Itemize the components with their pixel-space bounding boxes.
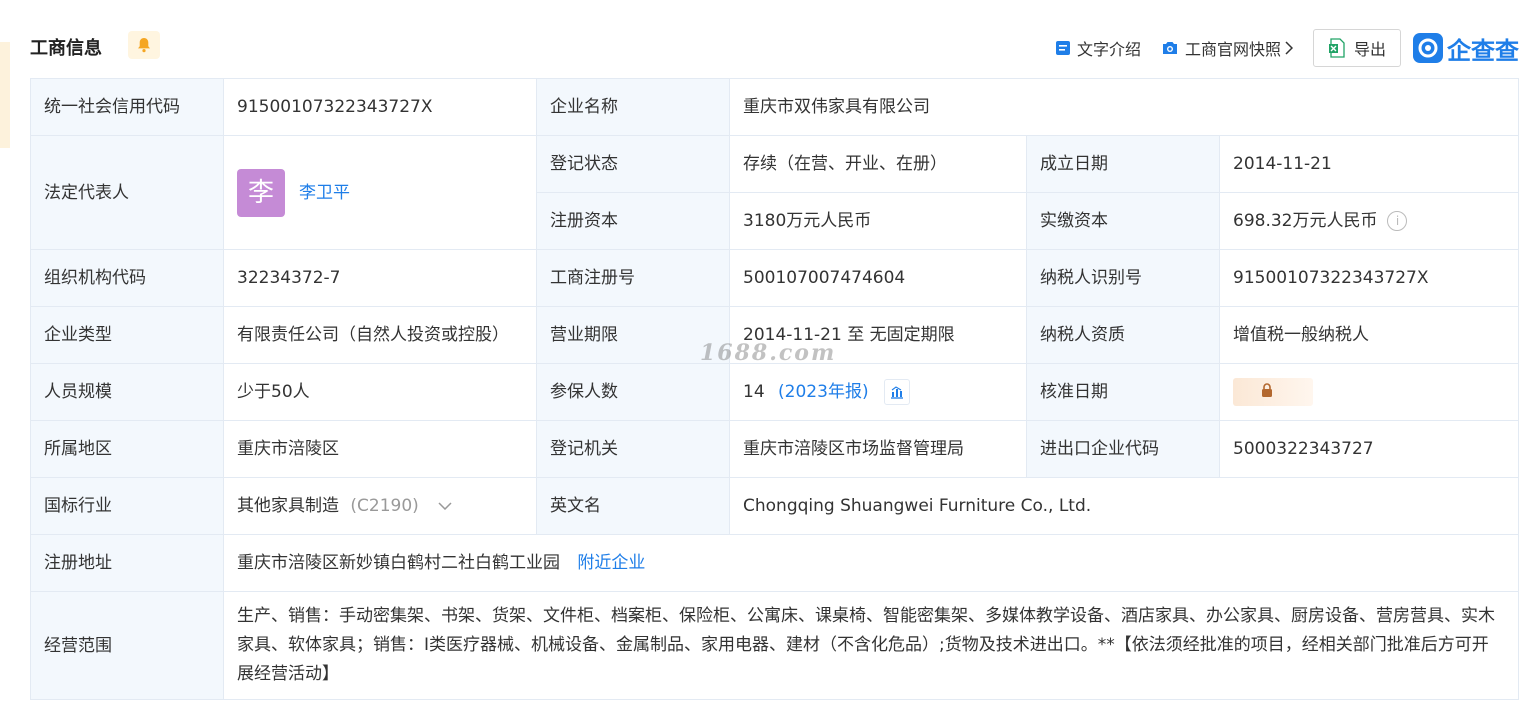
document-icon — [1055, 40, 1071, 56]
company-name-value: 重庆市双伟家具有限公司 — [728, 78, 1520, 136]
table-row: 法定代表人 李 李卫平 登记状态 存续（在营、开业、在册） 成立日期 2014-… — [30, 135, 1520, 250]
reg-no-value: 500107007474604 — [729, 249, 1027, 307]
info-icon[interactable]: i — [1387, 211, 1408, 231]
authority-value: 重庆市涪陵区市场监督管理局 — [729, 420, 1027, 478]
paid-capital-cell: 698.32万元人民币 i — [1218, 192, 1520, 250]
staff-value: 少于50人 — [223, 363, 537, 421]
table-row: 国标行业 其他家具制造 (C2190) 英文名 Chongqing Shuang… — [30, 477, 1520, 535]
table-row: 注册地址 重庆市涪陵区新妙镇白鹤村二社白鹤工业园 附近企业 — [30, 534, 1520, 592]
export-button[interactable]: 导出 — [1312, 29, 1401, 67]
avatar: 李 — [237, 168, 285, 217]
insured-label: 参保人数 — [536, 363, 730, 421]
english-name-value: Chongqing Shuangwei Furniture Co., Ltd. — [728, 477, 1520, 535]
credit-code-value: 91500107322343727X — [223, 78, 537, 136]
nearby-companies-link[interactable]: 附近企业 — [577, 553, 645, 573]
watermark: 1688.com — [700, 340, 837, 366]
trend-chart-icon[interactable] — [883, 379, 910, 405]
tax-quality-label: 纳税人资质 — [1026, 306, 1220, 364]
industry-cell[interactable]: 其他家具制造 (C2190) — [223, 477, 537, 535]
qichacha-logo: 企查查 — [1413, 31, 1519, 66]
scope-label: 经营范围 — [30, 591, 224, 700]
logo-mark-icon — [1413, 33, 1443, 63]
legal-rep-name-link[interactable]: 李卫平 — [299, 179, 350, 207]
status-value: 存续（在营、开业、在册） — [729, 135, 1027, 193]
left-edge-strip — [0, 42, 10, 148]
approved-label: 核准日期 — [1026, 363, 1220, 421]
paid-capital-value: 698.32万元人民币 — [1233, 211, 1378, 231]
camera-icon — [1161, 40, 1179, 56]
established-value: 2014-11-21 — [1218, 135, 1520, 193]
insured-value: 14 — [743, 382, 765, 402]
industry-code: (C2190) — [350, 496, 419, 516]
table-row: 统一社会信用代码 91500107322343727X 企业名称 重庆市双伟家具… — [30, 78, 1520, 136]
bell-icon[interactable] — [128, 31, 160, 59]
status-label: 登记状态 — [536, 135, 730, 193]
section-title: 工商信息 — [30, 38, 102, 59]
insured-cell: 14 (2023年报) — [729, 363, 1027, 421]
authority-label: 登记机关 — [536, 420, 730, 478]
region-value: 重庆市涪陵区 — [223, 420, 537, 478]
reg-capital-value: 3180万元人民币 — [729, 192, 1027, 250]
approved-cell — [1218, 363, 1520, 421]
address-label: 注册地址 — [30, 534, 224, 592]
snapshot-link[interactable]: 工商官网快照 — [1161, 36, 1293, 60]
reg-capital-label: 注册资本 — [536, 192, 730, 250]
snapshot-label: 工商官网快照 — [1184, 40, 1281, 59]
industry-label: 国标行业 — [30, 477, 224, 535]
table-row: 所属地区 重庆市涪陵区 登记机关 重庆市涪陵区市场监督管理局 进出口企业代码 5… — [30, 420, 1520, 478]
chevron-down-icon[interactable] — [438, 502, 452, 510]
org-code-label: 组织机构代码 — [30, 249, 224, 307]
table-row: 人员规模 少于50人 参保人数 14 (2023年报) 核准日期 — [30, 363, 1520, 421]
toolbar: 文字介绍 工商官网快照 导出 企查查 — [1055, 28, 1519, 68]
logo-text: 企查查 — [1447, 36, 1519, 65]
text-intro-label: 文字介绍 — [1076, 40, 1141, 59]
type-label: 企业类型 — [30, 306, 224, 364]
locked-value[interactable] — [1233, 378, 1313, 406]
scope-value: 生产、销售：手动密集架、书架、货架、文件柜、档案柜、保险柜、公寓床、课桌椅、智能… — [222, 591, 1520, 700]
address-value: 重庆市涪陵区新妙镇白鹤村二社白鹤工业园 — [237, 553, 560, 573]
english-name-label: 英文名 — [536, 477, 730, 535]
org-code-value: 32234372-7 — [223, 249, 537, 307]
established-label: 成立日期 — [1026, 135, 1220, 193]
lock-icon — [1261, 378, 1273, 406]
import-export-value: 5000322343727 — [1218, 420, 1520, 478]
reg-no-label: 工商注册号 — [536, 249, 730, 307]
staff-label: 人员规模 — [30, 363, 224, 421]
taxpayer-id-label: 纳税人识别号 — [1026, 249, 1220, 307]
import-export-label: 进出口企业代码 — [1026, 420, 1220, 478]
text-intro-link[interactable]: 文字介绍 — [1055, 36, 1141, 60]
region-label: 所属地区 — [30, 420, 224, 478]
company-name-label: 企业名称 — [536, 78, 730, 136]
legal-rep-cell: 李 李卫平 — [223, 135, 537, 250]
industry-value: 其他家具制造 — [237, 496, 339, 516]
type-value: 有限责任公司（自然人投资或控股） — [223, 306, 537, 364]
table-row: 组织机构代码 32234372-7 工商注册号 500107007474604 … — [30, 249, 1520, 307]
credit-code-label: 统一社会信用代码 — [30, 78, 224, 136]
chevron-right-icon — [1285, 41, 1293, 55]
taxpayer-id-value: 91500107322343727X — [1218, 249, 1520, 307]
section-header: 工商信息 文字介绍 工商官网快照 导出 企查查 — [30, 28, 1519, 68]
address-cell: 重庆市涪陵区新妙镇白鹤村二社白鹤工业园 附近企业 — [222, 534, 1520, 592]
legal-rep-label: 法定代表人 — [30, 135, 224, 250]
business-info-table: 统一社会信用代码 91500107322343727X 企业名称 重庆市双伟家具… — [30, 78, 1520, 700]
excel-icon — [1328, 38, 1346, 58]
paid-capital-label: 实缴资本 — [1026, 192, 1220, 250]
insured-year-link[interactable]: (2023年报) — [778, 382, 869, 402]
export-label: 导出 — [1353, 40, 1386, 59]
tax-quality-value: 增值税一般纳税人 — [1218, 306, 1520, 364]
table-row: 经营范围 生产、销售：手动密集架、书架、货架、文件柜、档案柜、保险柜、公寓床、课… — [30, 591, 1520, 700]
